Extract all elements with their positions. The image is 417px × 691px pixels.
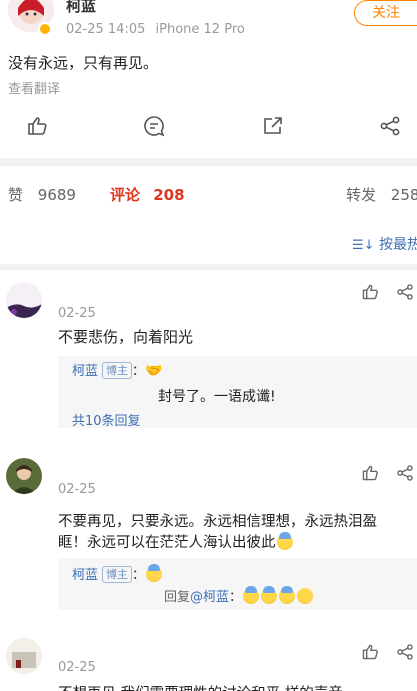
more-replies-link[interactable]: 共10条回复 — [72, 410, 141, 429]
commenter-avatar[interactable] — [6, 638, 42, 674]
post-device: iPhone 12 Pro — [155, 22, 245, 37]
tab-comments[interactable]: 评论 208 — [110, 184, 185, 205]
reply-box[interactable]: 柯蓝 博主 ：🤝 封号了。一语成谶! 共10条回复 — [58, 356, 417, 429]
post-meta: 02-25 14:05 iPhone 12 Pro — [66, 22, 245, 37]
tab-likes[interactable]: 赞 9689 — [8, 184, 76, 205]
blogger-tag: 博主 — [102, 566, 133, 583]
comment-time: 02-25 — [58, 482, 96, 497]
commenter-avatar[interactable] — [6, 282, 42, 318]
comment-text: 不要悲伤，向着阳光 — [58, 328, 194, 346]
comments-label: 评论 — [110, 186, 141, 204]
like-icon[interactable] — [26, 115, 48, 137]
sort-selector[interactable]: ☰↓ 按最热 — [352, 234, 417, 254]
verified-badge-icon — [38, 22, 52, 36]
comment-text-line2: 眶！永远可以在茫茫人海认出彼此 — [58, 531, 294, 552]
comment-text: 不想再见 我们需要理性的讨论和平 样的声音 — [58, 682, 343, 691]
reply-colon: ： — [229, 590, 243, 605]
reply-user[interactable]: 柯蓝 — [72, 364, 98, 379]
comment-like-icon[interactable] — [361, 464, 379, 482]
emoji-icon — [297, 588, 314, 604]
blogger-tag: 博主 — [102, 362, 133, 379]
emoji-icon — [146, 564, 163, 582]
reply-colon: ： — [132, 568, 146, 583]
likes-count: 9689 — [37, 186, 76, 204]
emoji-icon — [279, 586, 296, 604]
comment-like-icon[interactable] — [361, 283, 379, 301]
sort-icon: ☰↓ — [352, 238, 375, 253]
reply-mention[interactable]: @柯蓝 — [190, 590, 229, 605]
post-text: 没有永远，只有再见。 — [8, 54, 159, 72]
share-icon[interactable] — [379, 115, 401, 137]
section-divider — [0, 158, 417, 166]
emoji-icon — [276, 532, 293, 550]
handshake-emoji: 🤝 — [145, 363, 163, 379]
reply-item: 柯蓝 博主： — [72, 564, 163, 583]
section-divider — [0, 264, 417, 270]
reply-text: 封号了。一语成谶! — [158, 389, 276, 405]
reply-colon: ： — [132, 364, 146, 379]
comment-text-line1: 不要再见，只要永远。永远相信理想，永远热泪盈 — [58, 514, 377, 530]
author-name[interactable]: 柯蓝 — [66, 0, 96, 16]
comment-time: 02-25 — [58, 306, 96, 321]
reply-item: 回复@柯蓝： — [164, 586, 314, 605]
comment-text-line2-text: 眶！永远可以在茫茫人海认出彼此 — [58, 535, 276, 551]
comment-share-icon[interactable] — [396, 464, 414, 482]
reply-box[interactable]: 柯蓝 博主： 回复@柯蓝： — [58, 558, 417, 610]
commenter-avatar[interactable] — [6, 458, 42, 494]
comments-count: 208 — [153, 186, 185, 204]
reply-item: 柯蓝 博主 ：🤝 — [72, 360, 162, 379]
follow-button[interactable]: 关注 — [354, 0, 417, 26]
emoji-icon — [243, 586, 260, 604]
comment-time: 02-25 — [58, 660, 96, 675]
likes-label: 赞 — [8, 186, 24, 204]
reposts-count: 258 — [390, 186, 417, 204]
reposts-label: 转发 — [346, 186, 377, 204]
post-time: 02-25 14:05 — [66, 22, 146, 37]
emoji-icon — [261, 586, 278, 604]
comment-icon[interactable] — [143, 115, 165, 137]
comment-like-icon[interactable] — [361, 643, 379, 661]
reply-prefix: 回复 — [164, 590, 191, 605]
tab-reposts[interactable]: 转发 258 — [346, 184, 417, 205]
translate-link[interactable]: 查看翻译 — [8, 78, 60, 97]
sort-label: 按最热 — [379, 237, 417, 253]
reply-user[interactable]: 柯蓝 — [72, 568, 98, 583]
repost-icon[interactable] — [262, 115, 284, 137]
comment-share-icon[interactable] — [396, 643, 414, 661]
comment-share-icon[interactable] — [396, 283, 414, 301]
